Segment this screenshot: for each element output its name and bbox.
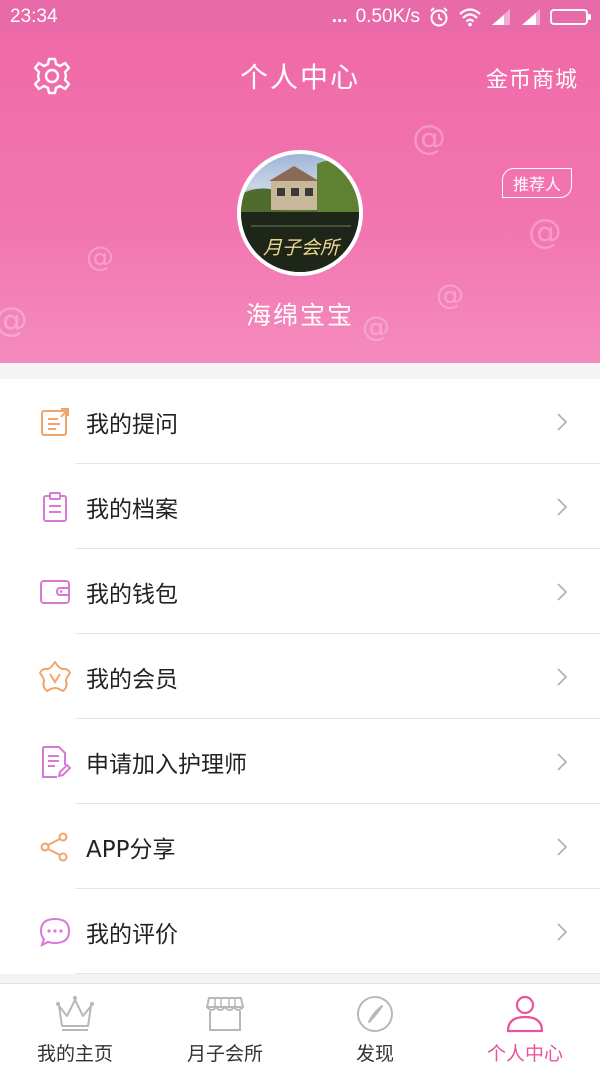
wallet-icon (38, 575, 72, 609)
menu-item-my-membership[interactable]: 我的会员 (0, 634, 600, 719)
tab-label: 发现 (355, 1043, 394, 1065)
menu-item-label: 我的钱包 (86, 581, 178, 608)
tab-label: 月子会所 (186, 1043, 263, 1065)
tab-home[interactable]: 我的主页 (0, 984, 150, 1067)
chat-bubble-icon (38, 915, 72, 949)
status-indicators: ... 0.50K/s (331, 6, 591, 28)
profile-header: @ @ @ @ @ @ 个人中心 金币商城 推荐人 月子会所 海绵宝宝 (0, 34, 600, 363)
status-dots: ... (331, 6, 348, 27)
status-bar: 23:34 ... 0.50K/s (0, 0, 600, 34)
tab-profile[interactable]: 个人中心 (450, 984, 600, 1067)
referrer-button[interactable]: 推荐人 (501, 168, 572, 198)
flower-badge-icon (38, 660, 72, 694)
crown-icon (56, 996, 94, 1031)
menu-list: 我的提问 我的档案 我的钱包 我的会员 申请加入护理师 APP分享 我的评价 (0, 379, 600, 974)
menu-item-label: 我的档案 (86, 496, 178, 523)
chevron-right-icon (557, 667, 568, 686)
share-icon (38, 830, 72, 864)
menu-item-my-reviews[interactable]: 我的评价 (0, 889, 600, 974)
decor-swirl: @ (86, 240, 114, 273)
menu-item-my-archive[interactable]: 我的档案 (0, 464, 600, 549)
chevron-right-icon (557, 497, 568, 516)
menu-item-apply-nurse[interactable]: 申请加入护理师 (0, 719, 600, 804)
battery-icon (550, 9, 591, 25)
network-speed: 0.50K/s (355, 6, 420, 27)
status-time: 23:34 (10, 6, 58, 27)
chevron-right-icon (557, 922, 568, 941)
compass-icon (357, 996, 393, 1032)
signal-icon (520, 8, 542, 26)
document-pen-icon (38, 745, 72, 779)
menu-item-my-questions[interactable]: 我的提问 (0, 379, 600, 464)
signal-icon (490, 8, 512, 26)
tab-club[interactable]: 月子会所 (150, 984, 300, 1067)
menu-item-label: 申请加入护理师 (86, 751, 247, 778)
tab-label: 个人中心 (486, 1043, 563, 1065)
person-icon (506, 995, 544, 1033)
chevron-right-icon (557, 752, 568, 771)
coin-mall-link[interactable]: 金币商城 (486, 62, 578, 94)
avatar-caption: 月子会所 (263, 237, 342, 259)
menu-item-label: APP分享 (86, 836, 176, 863)
chevron-right-icon (557, 582, 568, 601)
clipboard-icon (38, 490, 72, 524)
menu-item-label: 我的评价 (86, 921, 178, 948)
tab-label: 我的主页 (36, 1043, 113, 1065)
chevron-right-icon (557, 837, 568, 856)
menu-item-label: 我的提问 (86, 411, 178, 438)
username: 海绵宝宝 (245, 301, 354, 330)
decor-swirl: @ (528, 212, 562, 252)
bottom-tab-bar: 我的主页 月子会所 发现 个人中心 (0, 983, 600, 1067)
menu-item-app-share[interactable]: APP分享 (0, 804, 600, 889)
menu-item-my-wallet[interactable]: 我的钱包 (0, 549, 600, 634)
tab-discover[interactable]: 发现 (300, 984, 450, 1067)
menu-item-label: 我的会员 (86, 666, 178, 693)
chevron-right-icon (557, 412, 568, 431)
alarm-icon (428, 6, 450, 28)
storefront-icon (206, 997, 244, 1031)
edit-note-icon (38, 405, 72, 439)
wifi-icon (458, 7, 482, 27)
decor-swirl: @ (412, 118, 446, 158)
avatar[interactable]: 月子会所 (237, 150, 363, 276)
